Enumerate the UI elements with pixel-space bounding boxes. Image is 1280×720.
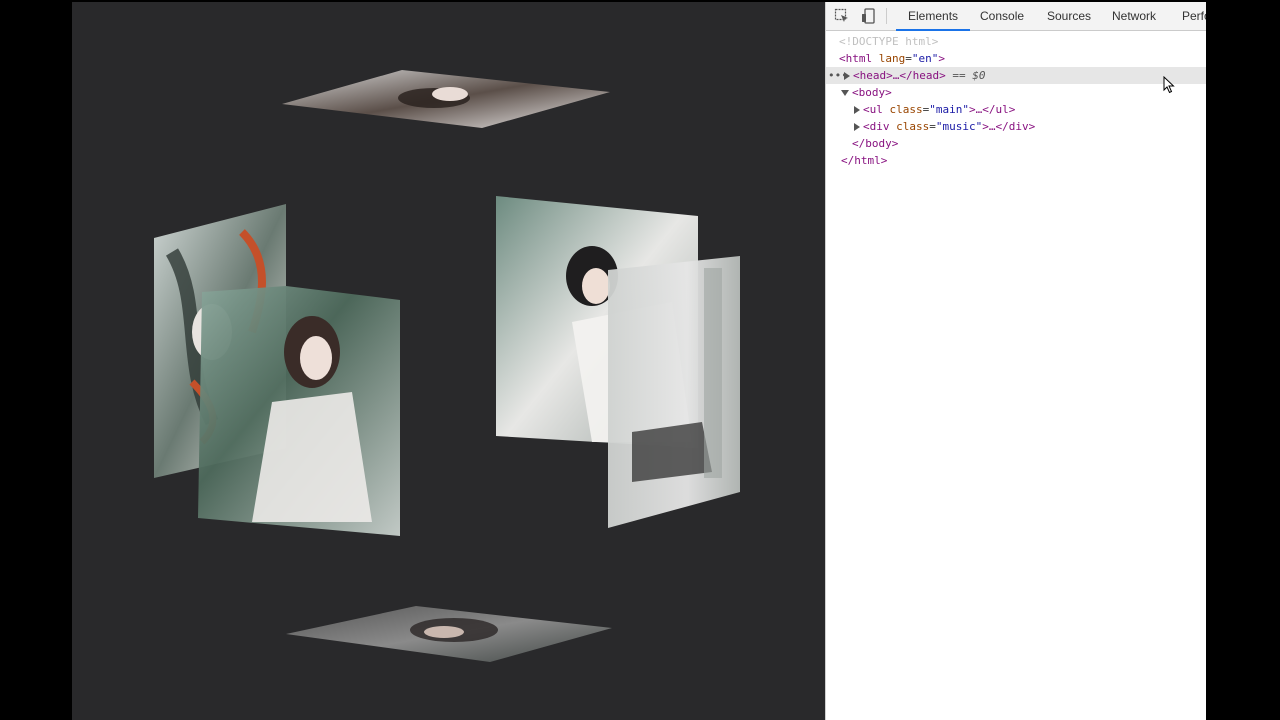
- html-close-text: </html>: [841, 154, 888, 167]
- devtools-panel: Elements Console Sources Network Perfo <…: [825, 2, 1211, 720]
- tree-body-close[interactable]: </body>: [826, 135, 1207, 152]
- photo-cube: [154, 70, 740, 662]
- tree-html-close[interactable]: </html>: [826, 152, 1207, 169]
- tab-sources[interactable]: Sources: [1047, 2, 1091, 30]
- cube-face-left-front: [198, 286, 400, 536]
- ul-tag-name: ul: [869, 103, 883, 116]
- mouse-cursor-icon: [1163, 76, 1175, 94]
- cube-face-top: [282, 70, 610, 128]
- ul-attr-name: class: [889, 103, 923, 116]
- tab-elements[interactable]: Elements: [895, 2, 971, 31]
- toolbar-divider: [886, 8, 887, 24]
- tree-head[interactable]: ••• <head>…</head> == $0: [826, 67, 1207, 84]
- tab-console[interactable]: Console: [980, 2, 1024, 30]
- tree-doctype[interactable]: <!DOCTYPE html>: [826, 33, 1207, 50]
- elements-tree: <!DOCTYPE html> <html lang="en"> ••• <he…: [826, 32, 1207, 720]
- html-attr-value: "en": [911, 52, 939, 65]
- div-close-text: >…</div>: [982, 120, 1036, 133]
- ul-close-text: >…</ul>: [969, 103, 1016, 116]
- collapse-triangle-icon[interactable]: [841, 90, 849, 96]
- photo-cube-stage: [72, 2, 825, 720]
- body-open-text: <body>: [852, 86, 892, 99]
- inspect-element-icon[interactable]: [834, 8, 850, 24]
- tree-html-open[interactable]: <html lang="en">: [826, 50, 1207, 67]
- body-close-text: </body>: [852, 137, 899, 150]
- cube-face-bottom: [286, 606, 612, 662]
- html-tag-name: html: [845, 52, 873, 65]
- cube-face-right-front: [608, 256, 740, 528]
- doctype-text: <!DOCTYPE html>: [839, 35, 939, 48]
- head-text: <head>…</head>: [853, 69, 946, 82]
- tab-network[interactable]: Network: [1112, 2, 1156, 30]
- more-options-icon[interactable]: •••: [828, 67, 848, 84]
- expand-triangle-icon[interactable]: [854, 123, 860, 131]
- tree-ul-main[interactable]: <ul class="main">…</ul>: [826, 101, 1207, 118]
- div-attr-name: class: [896, 120, 930, 133]
- html-attr-name: lang: [878, 52, 906, 65]
- right-black-margin: [1206, 0, 1280, 720]
- tree-body-open[interactable]: <body>: [826, 84, 1207, 101]
- ul-attr-value: "main": [929, 103, 969, 116]
- device-toolbar-icon[interactable]: [861, 8, 877, 24]
- selected-node-marker: == $0: [952, 69, 986, 82]
- div-tag-name: div: [869, 120, 890, 133]
- expand-triangle-icon[interactable]: [854, 106, 860, 114]
- div-attr-value: "music": [935, 120, 983, 133]
- tree-div-music[interactable]: <div class="music">…</div>: [826, 118, 1207, 135]
- devtools-toolbar: Elements Console Sources Network Perfo: [826, 2, 1211, 31]
